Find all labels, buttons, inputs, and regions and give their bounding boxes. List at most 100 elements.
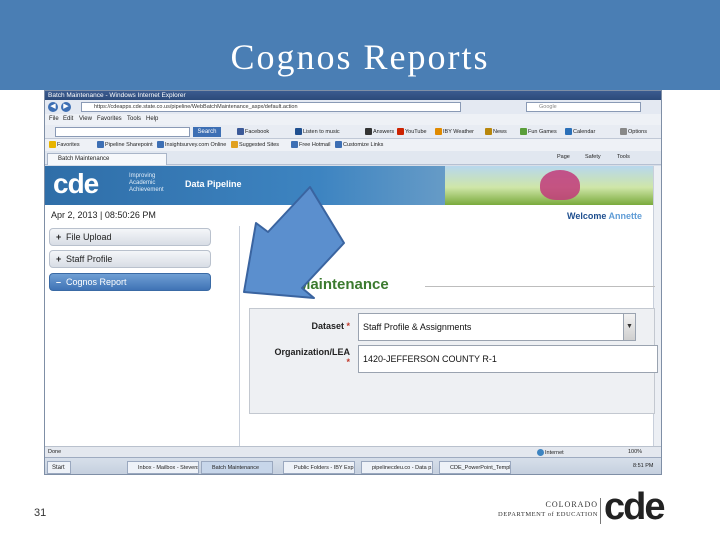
organization-label: Organization/LEA * (274, 347, 350, 367)
favorites-item[interactable]: Pipeline Sharepoint (97, 141, 153, 148)
youtube-icon (397, 128, 404, 135)
sidebar-item-label: Cognos Report (66, 277, 127, 287)
form-title: Batch Maintenance (252, 276, 389, 293)
favorites-item[interactable]: Insightsurvey.com Online (157, 141, 226, 148)
favorites-item[interactable]: Suggested Sites (231, 141, 279, 148)
menu-view[interactable]: View (79, 116, 92, 122)
welcome-message: Welcome Annette (567, 211, 642, 221)
zoom-level[interactable]: 100% (628, 449, 642, 455)
toolbar-item[interactable]: Listen to music (295, 128, 340, 135)
taskbar-button[interactable]: CDE_PowerPoint_Templ... (439, 461, 511, 474)
toolbar-item[interactable]: News (485, 128, 507, 135)
taskbar-button[interactable]: pipelinecdeu.co - Data p... (361, 461, 433, 474)
tab-tool-page[interactable]: Page (557, 154, 570, 160)
organization-field[interactable]: 1420-JEFFERSON COUNTY R-1 (358, 345, 658, 373)
menu-tools[interactable]: Tools (127, 116, 141, 122)
title-bar: Cognos Reports (0, 0, 720, 90)
sidebar-divider (239, 226, 240, 446)
reading-child-image (540, 170, 580, 200)
title-rule (425, 286, 655, 287)
sidebar-item-cognos-report[interactable]: – Cognos Report (49, 273, 211, 291)
site-header: cde Improving Academic Achievement Data … (45, 166, 655, 205)
toolbar-item[interactable]: YouTube (397, 128, 427, 135)
user-name[interactable]: Annette (609, 211, 643, 221)
sidebar-item-label: File Upload (66, 232, 112, 242)
page-icon (291, 141, 298, 148)
address-bar: ◀ ▶ https://cdeapps.cde.state.co.us/pipe… (45, 100, 661, 114)
slide: Cognos Reports Batch Maintenance - Windo… (0, 0, 720, 540)
tab-tool-safety[interactable]: Safety (585, 154, 601, 160)
favorites-item[interactable]: Customize Links (335, 141, 383, 148)
page-icon (157, 141, 164, 148)
page-icon (231, 141, 238, 148)
app-name: Data Pipeline (185, 179, 242, 189)
sidebar-item-staff-profile[interactable]: + Staff Profile (49, 250, 211, 268)
news-icon (485, 128, 492, 135)
taskbar: Start Inbox - Mailbox - Stevens... Batch… (45, 457, 661, 474)
sidebar-item-file-upload[interactable]: + File Upload (49, 228, 211, 246)
chevron-down-icon[interactable]: ▼ (623, 314, 635, 340)
page-icon (335, 141, 342, 148)
menu-favorites[interactable]: Favorites (97, 116, 122, 122)
music-icon (295, 128, 302, 135)
globe-icon (537, 449, 544, 456)
tagline-line: Achievement (129, 187, 164, 193)
browser-screenshot: Batch Maintenance - Windows Internet Exp… (44, 90, 662, 475)
dataset-value: Staff Profile & Assignments (363, 322, 472, 332)
toolbar-item[interactable]: IBY Weather (435, 128, 474, 135)
header-photo (445, 166, 655, 205)
menu-file[interactable]: File (49, 116, 59, 122)
footer-logo: COLORADO DEPARTMENT of EDUCATION cde (488, 486, 698, 528)
footer-divider (600, 498, 601, 524)
date-time: Apr 2, 2013 | 08:50:26 PM (51, 210, 156, 220)
toolbar-search-input[interactable] (55, 127, 190, 137)
cde-logo[interactable]: cde (53, 168, 99, 200)
window-titlebar: Batch Maintenance - Windows Internet Exp… (45, 91, 661, 100)
taskbar-button[interactable]: Batch Maintenance (201, 461, 273, 474)
slide-title: Cognos Reports (230, 37, 490, 77)
taskbar-button[interactable]: Inbox - Mailbox - Stevens... (127, 461, 199, 474)
search-toolbar: Search Facebook Listen to music Answers … (45, 125, 661, 139)
back-icon[interactable]: ◀ (48, 102, 58, 112)
menu-bar: File Edit View Favorites Tools Help (45, 114, 661, 125)
taskbar-button[interactable]: Public Folders - IBY Exp... (283, 461, 355, 474)
tagline-line: Improving (129, 173, 156, 179)
page-icon (97, 141, 104, 148)
forward-icon[interactable]: ▶ (61, 102, 71, 112)
web-page: cde Improving Academic Achievement Data … (45, 166, 661, 446)
toolbar-item[interactable]: Facebook (237, 128, 269, 135)
welcome-label: Welcome (567, 211, 607, 221)
status-text: Done (48, 449, 62, 455)
footer-state: COLORADO (545, 500, 598, 509)
toolbar-item[interactable]: Answers (365, 128, 394, 135)
dataset-label: Dataset * (311, 321, 350, 331)
site-tagline: Improving Academic Achievement (129, 173, 164, 194)
dataset-select[interactable]: Staff Profile & Assignments ▼ (358, 313, 636, 341)
answers-icon (365, 128, 372, 135)
toolbar-item[interactable]: Options (620, 128, 647, 135)
browser-search-input[interactable]: Google (526, 102, 641, 112)
toolbar-item[interactable]: Calendar (565, 128, 595, 135)
address-input[interactable]: https://cdeapps.cde.state.co.us/pipeline… (81, 102, 461, 112)
calendar-icon (565, 128, 572, 135)
favorites-item[interactable]: Free Hotmail (291, 141, 330, 148)
toolbar-item[interactable]: Fun Games (520, 128, 557, 135)
expand-icon: + (56, 254, 62, 264)
tab-bar: Batch Maintenance Page Safety Tools (45, 151, 661, 165)
menu-help[interactable]: Help (146, 116, 158, 122)
menu-edit[interactable]: Edit (63, 116, 73, 122)
page-number: 31 (34, 507, 47, 519)
tab-tool-tools[interactable]: Tools (617, 154, 630, 160)
status-bar: Done Internet 100% (45, 446, 661, 457)
expand-icon: + (56, 232, 62, 242)
zone-text: Internet (537, 449, 564, 456)
window-title: Batch Maintenance - Windows Internet Exp… (48, 92, 186, 99)
tab-batch-maintenance[interactable]: Batch Maintenance (47, 153, 167, 165)
games-icon (520, 128, 527, 135)
star-icon (49, 141, 56, 148)
start-button[interactable]: Start (47, 461, 71, 474)
options-icon (620, 128, 627, 135)
sidebar-item-label: Staff Profile (66, 254, 113, 264)
toolbar-search-button[interactable]: Search (193, 127, 221, 137)
favorites-button[interactable]: Favorites (49, 141, 80, 148)
